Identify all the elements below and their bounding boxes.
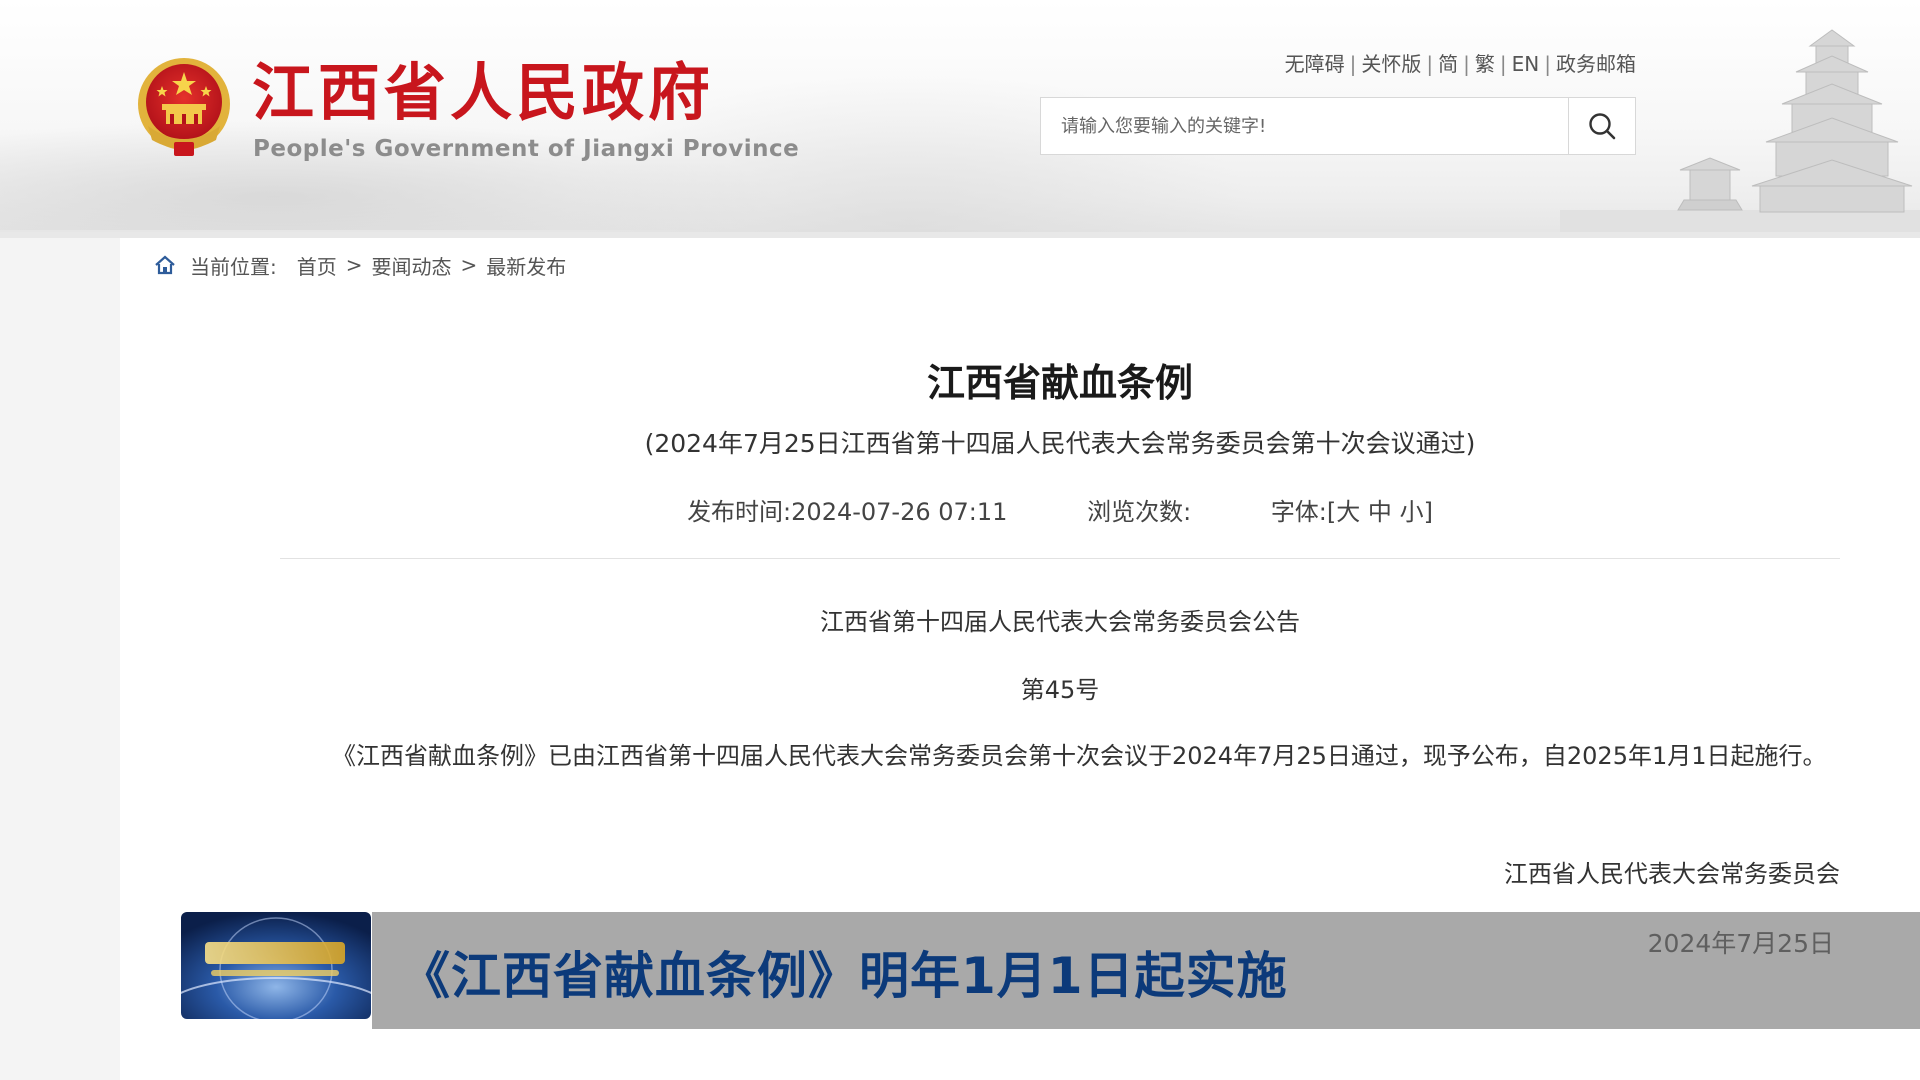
search-input[interactable] xyxy=(1041,98,1568,154)
home-icon[interactable] xyxy=(154,254,176,276)
notice-number: 第45号 xyxy=(1020,676,1100,704)
banner-headline: 《江西省献血条例》明年1月1日起实施 xyxy=(400,947,1288,1005)
article-subtitle: (2024年7月25日江西省第十四届人民代表大会常务委员会第十次会议通过) xyxy=(644,429,1476,458)
link-separator: | xyxy=(1426,52,1434,76)
view-count-label: 浏览次数: xyxy=(1087,498,1192,526)
font-size-small[interactable]: 小 xyxy=(1400,498,1424,526)
article-title: 江西省献血条例 xyxy=(926,361,1193,405)
left-gutter xyxy=(0,238,120,1080)
site-title[interactable]: 江西省人民政府 xyxy=(252,58,714,128)
font-bracket-close: ] xyxy=(1423,498,1433,526)
notice-title: 江西省第十四届人民代表大会常务委员会公告 xyxy=(820,608,1300,636)
search-box xyxy=(1040,97,1636,155)
link-accessibility[interactable]: 无障碍 xyxy=(1285,52,1345,76)
link-separator: | xyxy=(1349,52,1357,76)
link-traditional[interactable]: 繁 xyxy=(1475,52,1495,76)
breadcrumb-home[interactable]: 首页 xyxy=(297,251,337,280)
site-header: 江西省人民政府 People's Government of Jiangxi P… xyxy=(0,0,1920,238)
font-size-medium[interactable]: 中 xyxy=(1368,498,1392,526)
breadcrumb-separator: > xyxy=(345,253,363,277)
publish-time-group: 发布时间:2024-07-26 07:11 xyxy=(687,498,1015,526)
link-separator: | xyxy=(1499,52,1507,76)
link-elder-mode[interactable]: 关怀版 xyxy=(1361,52,1421,76)
title-divider xyxy=(280,558,1840,559)
view-count-group: 浏览次数: xyxy=(1087,498,1199,526)
national-emblem-icon xyxy=(138,58,230,156)
publish-time-label: 发布时间: xyxy=(687,498,792,526)
notice-body: 《江西省献血条例》已由江西省第十四届人民代表大会常务委员会第十次会议于2024年… xyxy=(332,742,1827,770)
news-program-logo xyxy=(181,912,371,1019)
breadcrumb-latest[interactable]: 最新发布 xyxy=(486,251,566,280)
article-meta: 发布时间:2024-07-26 07:11 浏览次数: 字体:[大 中 小] xyxy=(280,492,1840,527)
notice-signature: 江西省人民代表大会常务委员会 xyxy=(1504,860,1840,888)
link-english[interactable]: EN xyxy=(1512,52,1540,76)
publish-time-value: 2024-07-26 07:11 xyxy=(791,498,1008,526)
pagoda-illustration xyxy=(1560,29,1920,232)
font-size-group: 字体:[大 中 小] xyxy=(1271,498,1433,526)
breadcrumb-news[interactable]: 要闻动态 xyxy=(372,251,452,280)
banner-date: 2024年7月25日 xyxy=(1647,929,1834,958)
link-separator: | xyxy=(1544,52,1551,76)
font-size-label: 字体: xyxy=(1270,498,1327,526)
site-subtitle: People's Government of Jiangxi Province xyxy=(253,136,800,162)
link-separator: | xyxy=(1463,52,1470,76)
breadcrumb-separator: > xyxy=(460,253,478,277)
font-size-large[interactable]: 大 xyxy=(1336,498,1360,526)
news-banner: 2024年7月25日 《江西省献血条例》明年1月1日起实施 xyxy=(372,912,1920,1029)
font-bracket-open: [ xyxy=(1326,498,1337,526)
link-simplified[interactable]: 简 xyxy=(1438,52,1458,76)
breadcrumb: 当前位置: 首页 > 要闻动态 > 最新发布 xyxy=(154,250,566,280)
breadcrumb-label: 当前位置: xyxy=(190,254,277,279)
